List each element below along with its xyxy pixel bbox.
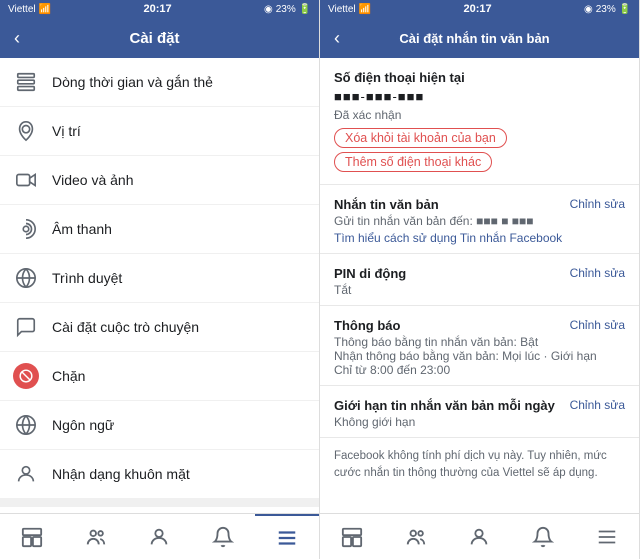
right-nav-title: Cài đặt nhắn tin văn bản [352,31,597,46]
notification-row: Thông báo Chỉnh sửa [334,318,625,333]
sound-icon [12,215,40,243]
face-label: Nhận dạng khuôn mặt [52,466,307,482]
add-phone-link[interactable]: Thêm số điện thoại khác [334,152,492,172]
settings-item-face[interactable]: Nhận dạng khuôn mặt [0,450,319,499]
left-tab-profile[interactable] [128,514,192,559]
left-gps-icon: ◉ [264,4,273,15]
notification-desc3: Chỉ từ 8:00 đến 23:00 [334,363,625,377]
left-tab-menu[interactable] [255,514,319,559]
left-status-left: Viettel 📶 [8,4,51,15]
left-nav-bar: ‹ Cài đặt [0,18,319,58]
notification-desc2: Nhận thông báo bằng văn bản: Mọi lúc · G… [334,349,625,363]
right-tab-bar [320,513,639,559]
limit-edit-link[interactable]: Chỉnh sửa [570,398,625,412]
settings-item-language[interactable]: Ngôn ngữ [0,401,319,450]
notification-desc1: Thông báo bằng tin nhắn văn bản: Bật [334,335,625,349]
settings-item-block[interactable]: Chặn [0,352,319,401]
settings-item-chat[interactable]: Cài đặt cuộc trò chuyện [0,303,319,352]
pin-title: PIN di động [334,266,406,281]
left-status-bar: Viettel 📶 20:17 ◉ 23% 🔋 [0,0,319,18]
pin-row: PIN di động Chỉnh sửa [334,266,625,281]
chat-label: Cài đặt cuộc trò chuyện [52,319,307,335]
pin-edit-link[interactable]: Chỉnh sửa [570,266,625,280]
sms-learn-link[interactable]: Tìm hiểu cách sử dụng Tin nhắn Facebook [334,231,625,245]
limit-row: Giới hạn tin nhắn văn bản mỗi ngày Chỉnh… [334,398,625,413]
settings-item-timeline[interactable]: Dòng thời gian và gắn thẻ [0,58,319,107]
settings-item-video[interactable]: Video và ảnh [0,156,319,205]
location-label: Vị trí [52,123,307,139]
sound-label: Âm thanh [52,221,307,237]
settings-item-sound[interactable]: Âm thanh [0,205,319,254]
language-icon [12,411,40,439]
right-carrier: Viettel [328,4,356,15]
sms-row: Nhắn tin văn bản Chỉnh sửa [334,197,625,212]
left-status-right: ◉ 23% 🔋 [264,4,311,15]
left-tab-home[interactable] [0,514,64,559]
notification-title: Thông báo [334,318,400,333]
section-sms: Nhắn tin văn bản Chỉnh sửa Gửi tin nhắn … [320,185,639,254]
right-time: 20:17 [463,3,491,15]
section-pin: PIN di động Chỉnh sửa Tắt [320,254,639,306]
browser-label: Trình duyệt [52,270,307,286]
right-battery: 23% 🔋 [596,4,631,15]
timeline-icon [12,68,40,96]
settings-item-location[interactable]: Vị trí [0,107,319,156]
limit-title: Giới hạn tin nhắn văn bản mỗi ngày [334,398,555,413]
left-battery: 23% 🔋 [276,4,311,15]
section-phone-number: Số điện thoại hiện tại ■■■-■■■-■■■ Đã xá… [320,58,639,185]
browser-icon [12,264,40,292]
left-phone: Viettel 📶 20:17 ◉ 23% 🔋 ‹ Cài đặt Dòng t… [0,0,320,559]
settings-item-browser[interactable]: Trình duyệt [0,254,319,303]
right-status-bar: Viettel 📶 20:17 ◉ 23% 🔋 [320,0,639,18]
pin-desc: Tắt [334,283,625,297]
remove-phone-link[interactable]: Xóa khỏi tài khoản của bạn [334,128,507,148]
section-divider [0,499,319,507]
left-carrier: Viettel [8,4,36,15]
left-wifi-icon: 📶 [39,4,51,15]
right-tab-home[interactable] [320,514,384,559]
right-wifi-icon: 📶 [359,4,371,15]
language-label: Ngôn ngữ [52,417,307,433]
left-nav-title: Cài đặt [32,30,277,47]
right-nav-bar: ‹ Cài đặt nhắn tin văn bản [320,18,639,58]
section-limit: Giới hạn tin nhắn văn bản mỗi ngày Chỉnh… [320,386,639,438]
phone-number-confirmed: Đã xác nhận [334,108,625,122]
notification-edit-link[interactable]: Chỉnh sửa [570,318,625,332]
left-time: 20:17 [143,3,171,15]
block-icon [12,362,40,390]
right-gps-icon: ◉ [584,4,593,15]
video-label: Video và ảnh [52,172,307,188]
location-icon [12,117,40,145]
left-tab-bell[interactable] [191,514,255,559]
sms-edit-link[interactable]: Chỉnh sửa [570,197,625,211]
sms-desc: Gửi tin nhắn văn bản đến: ■■■ ■ ■■■ [334,214,625,228]
block-label: Chặn [52,368,307,384]
right-status-left: Viettel 📶 [328,4,371,15]
right-tab-friends[interactable] [384,514,448,559]
phone-number-value: ■■■-■■■-■■■ [334,89,625,104]
face-icon [12,460,40,488]
left-tab-friends[interactable] [64,514,128,559]
right-back-button[interactable]: ‹ [330,24,344,53]
limit-desc: Không giới hạn [334,415,625,429]
right-tab-menu[interactable] [575,514,639,559]
right-tab-bell[interactable] [511,514,575,559]
left-back-button[interactable]: ‹ [10,24,24,53]
chat-icon [12,313,40,341]
left-tab-bar [0,513,319,559]
timeline-label: Dòng thời gian và gắn thẻ [52,74,307,90]
phone-number-title: Số điện thoại hiện tại [334,70,625,85]
sms-title: Nhắn tin văn bản [334,197,439,212]
right-tab-profile[interactable] [448,514,512,559]
right-phone: Viettel 📶 20:17 ◉ 23% 🔋 ‹ Cài đặt nhắn t… [320,0,640,559]
section-notification: Thông báo Chỉnh sửa Thông báo bằng tin n… [320,306,639,386]
footer-note: Facebook không tính phí dịch vụ này. Tuy… [320,438,639,493]
video-icon [12,166,40,194]
right-status-right: ◉ 23% 🔋 [584,4,631,15]
left-settings-list: Dòng thời gian và gắn thẻ Vị trí Video v… [0,58,319,513]
right-detail-content: Số điện thoại hiện tại ■■■-■■■-■■■ Đã xá… [320,58,639,513]
